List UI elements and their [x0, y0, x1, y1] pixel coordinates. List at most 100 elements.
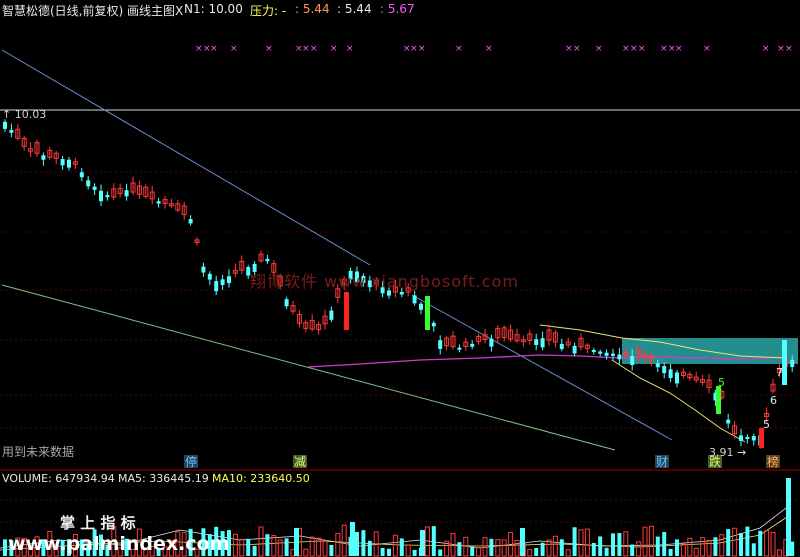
signal-x-marker: × [660, 44, 668, 54]
candle [463, 337, 469, 351]
candle [67, 157, 71, 171]
volume-bar [380, 547, 385, 556]
signal-x-marker: × [573, 44, 581, 54]
volume-bar [495, 539, 501, 557]
volume-bar [764, 530, 770, 557]
candle [130, 176, 136, 196]
volume-bar [700, 537, 706, 557]
volume-bar [623, 531, 629, 557]
candle [419, 301, 423, 315]
volume-bar [309, 536, 315, 557]
volume-bar [335, 532, 341, 557]
signal-candle [344, 292, 349, 330]
candle [431, 320, 436, 332]
candle [284, 296, 289, 309]
candle [105, 191, 110, 201]
candle [28, 142, 34, 158]
signal-candle [716, 386, 721, 414]
volume-bar [470, 546, 475, 556]
candle [476, 333, 482, 345]
volume-bar [527, 549, 533, 557]
signal-x-marker: × [485, 44, 493, 54]
volume-ma10-value: MA10: 233640.50 [212, 472, 310, 485]
volume-bar [534, 547, 539, 556]
volume-bar [745, 526, 750, 556]
ma-yellow-down [611, 359, 746, 443]
trend-line-lower [411, 294, 673, 441]
price-label-5a: 5 [718, 376, 725, 389]
signal-x-marker: × [595, 44, 603, 54]
signal-x-marker: × [638, 44, 646, 54]
signal-x-marker: × [230, 44, 238, 54]
candle [188, 215, 193, 226]
signal-x-marker: × [302, 44, 310, 54]
volume-bar [294, 528, 299, 556]
candle [207, 271, 212, 286]
candle [501, 325, 507, 342]
volume-bar [598, 536, 603, 556]
signal-x-marker: × [675, 44, 683, 54]
volume-bar [770, 531, 776, 557]
volume-bar [501, 539, 507, 557]
candle [751, 433, 756, 446]
candle [706, 373, 712, 394]
candle [265, 254, 270, 264]
signal-x-marker: × [195, 44, 203, 54]
volume-bar [258, 526, 264, 557]
volume-bar [303, 548, 309, 557]
signal-x-marker: × [762, 44, 770, 54]
candle [47, 146, 53, 160]
candle [534, 333, 539, 351]
volume-bar [361, 530, 366, 556]
candle [732, 420, 738, 439]
volume-bar [776, 549, 782, 557]
candle [489, 334, 494, 352]
volume-bar [284, 538, 289, 556]
volume-bar [591, 542, 596, 556]
volume-bar [412, 549, 417, 556]
candle [181, 202, 187, 221]
candle [201, 262, 206, 277]
candle [168, 198, 174, 209]
trend-line-upper [1, 49, 371, 266]
candle [3, 119, 7, 132]
pressure-value-1: : 5.44 [295, 2, 330, 16]
candle [739, 429, 743, 446]
candle [591, 347, 596, 355]
candle [604, 349, 609, 360]
volume-bar [726, 529, 731, 556]
candle [611, 348, 615, 361]
candle [527, 329, 533, 345]
candle [92, 183, 97, 195]
candle [546, 324, 552, 346]
signal-x-marker: × [265, 44, 273, 54]
candle [41, 152, 46, 166]
volume-bar [392, 534, 398, 557]
volume-bar [277, 539, 283, 557]
candle [700, 374, 706, 386]
signal-candle [759, 428, 764, 448]
candle [239, 255, 245, 275]
candle [662, 362, 667, 379]
signal-x-marker: × [210, 44, 218, 54]
watermark-site: 翔博软件 www.xiangbosoft.com [250, 272, 519, 291]
candle [227, 269, 231, 288]
candle [86, 176, 91, 190]
n1-value: N1: 10.00 [184, 2, 243, 16]
volume-bar [399, 538, 404, 556]
candle [296, 310, 302, 328]
volume-bar [648, 525, 654, 557]
candle [149, 185, 155, 205]
candle [15, 123, 21, 141]
volume-bar [604, 547, 609, 556]
candle [675, 369, 679, 388]
volume-bar [559, 539, 564, 556]
volume-bar [271, 535, 277, 557]
volume-bar [611, 533, 615, 556]
price-label-5b: 5 [763, 418, 770, 431]
pressure-label: 压力: - [250, 4, 287, 18]
volume-bar [476, 547, 482, 557]
watermark-palm-url: www.palmindex.com [8, 533, 230, 555]
signal-candle [425, 296, 430, 330]
volume-bar [489, 538, 494, 556]
